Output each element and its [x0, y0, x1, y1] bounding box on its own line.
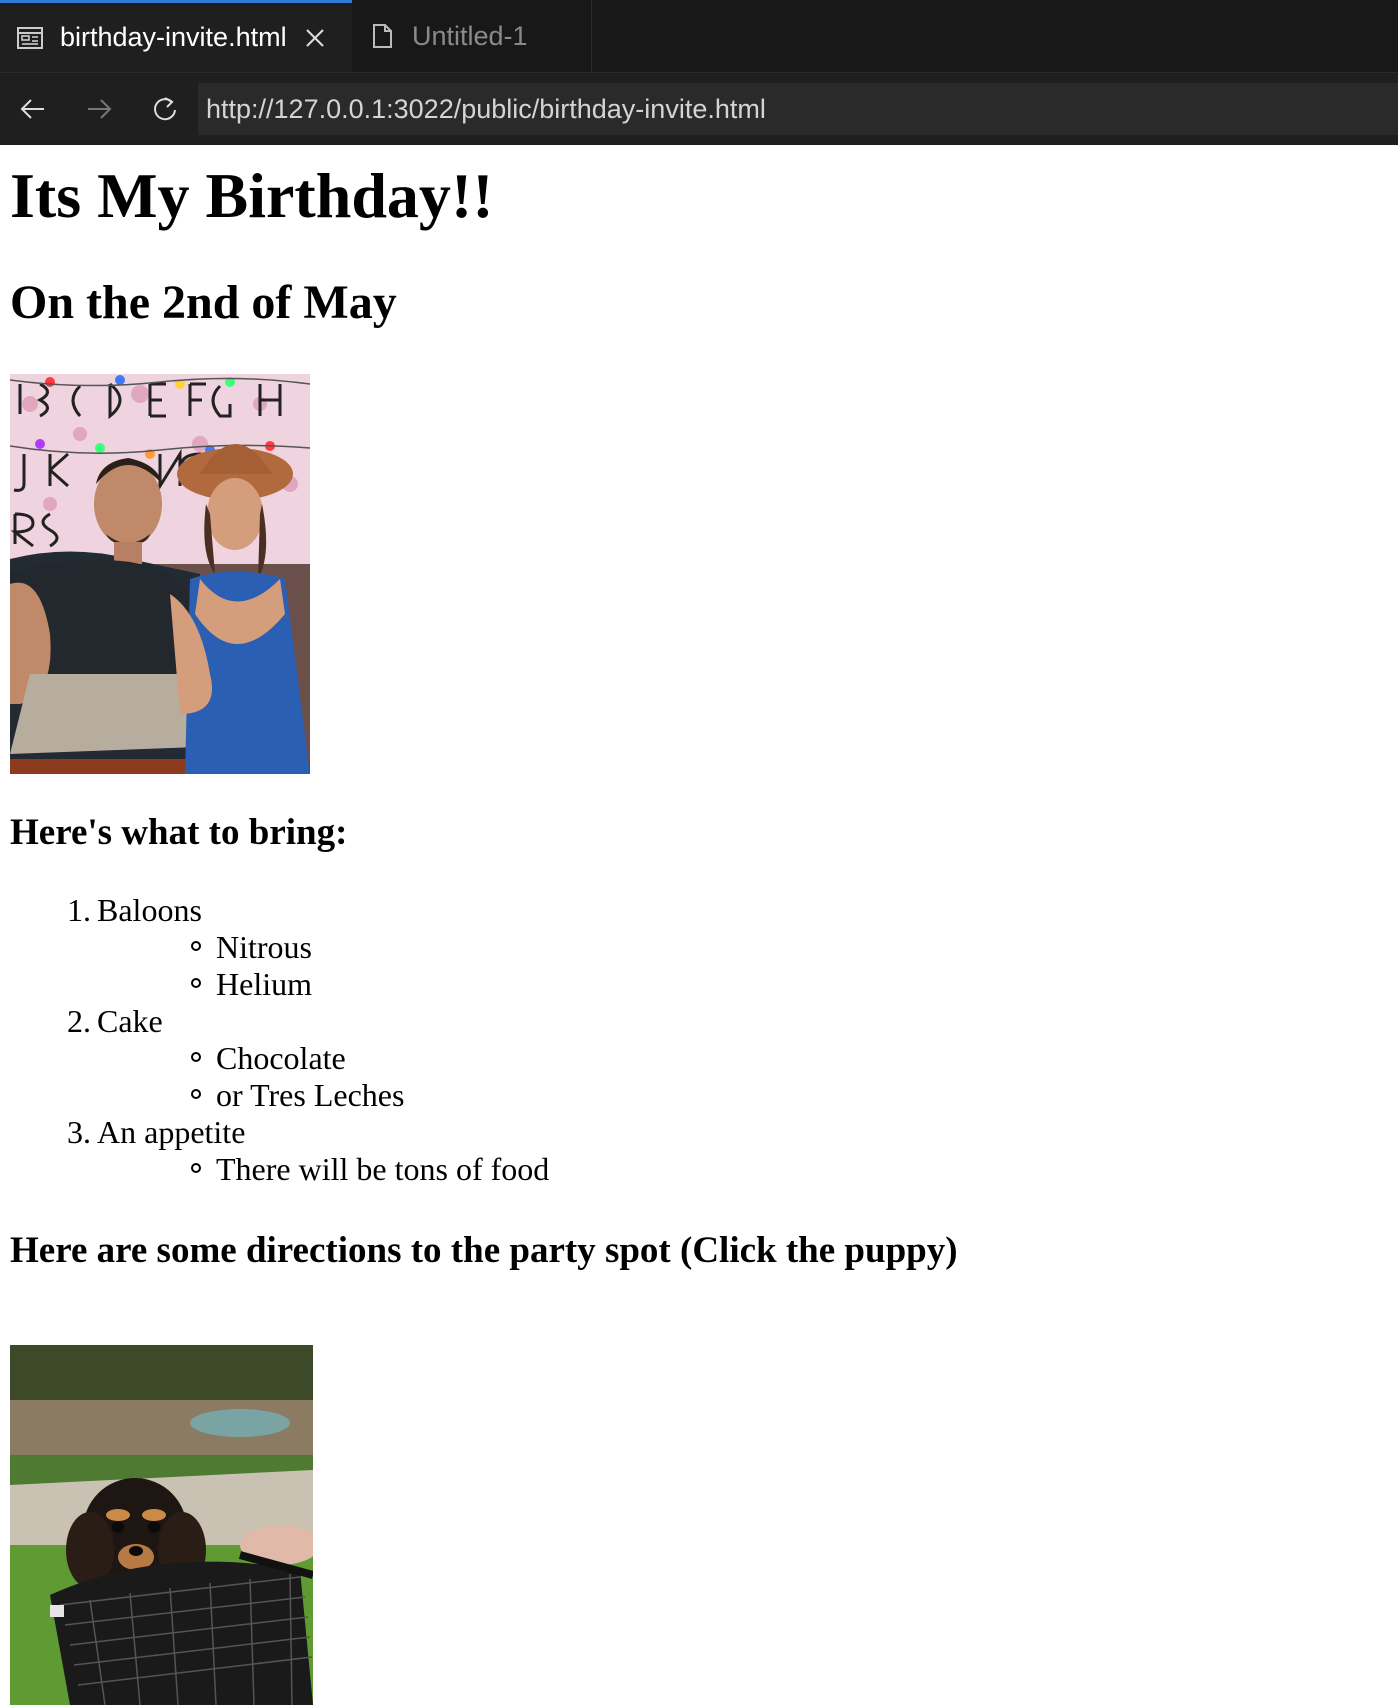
reload-icon[interactable]	[132, 73, 198, 145]
bring-heading: Here's what to bring:	[10, 811, 348, 853]
date-heading: On the 2nd of May	[10, 275, 397, 329]
tab-strip: birthday-invite.html Untitled-1	[0, 0, 1398, 73]
browser-chrome: birthday-invite.html Untitled-1 http://1…	[0, 0, 1398, 145]
preview-icon	[16, 24, 44, 52]
list-item-label: Baloons	[97, 892, 202, 929]
sub-list-item: There will be tons of food	[58, 1151, 1388, 1188]
nav-bar: http://127.0.0.1:3022/public/birthday-in…	[0, 73, 1398, 145]
sub-list-item: Nitrous	[58, 929, 1388, 966]
list-item-label: Cake	[97, 1003, 163, 1040]
forward-arrow-icon[interactable]	[66, 73, 132, 145]
page-content: Its My Birthday!! On the 2nd of May Here…	[0, 159, 1398, 1705]
sub-list-item: or Tres Leches	[58, 1077, 1388, 1114]
tab-label: Untitled-1	[412, 20, 528, 51]
tab-birthday-invite[interactable]: birthday-invite.html	[0, 0, 352, 72]
page-title: Its My Birthday!!	[10, 160, 494, 231]
url-bar[interactable]: http://127.0.0.1:3022/public/birthday-in…	[198, 83, 1398, 135]
tab-label: birthday-invite.html	[60, 22, 287, 52]
list-item: 3. An appetite There will be tons of food	[10, 1114, 1388, 1188]
sub-list: There will be tons of food	[58, 1151, 1388, 1188]
list-item: 1. Baloons Nitrous Helium	[10, 892, 1388, 1003]
list-item-label: An appetite	[97, 1114, 246, 1151]
directions-heading: Here are some directions to the party sp…	[10, 1230, 958, 1272]
sub-list-item: Helium	[58, 966, 1388, 1003]
file-icon	[368, 22, 396, 50]
couple-photo	[10, 373, 310, 774]
tab-strip-empty	[592, 0, 1398, 72]
sub-list-item: Chocolate	[58, 1040, 1388, 1077]
bring-list: 1. Baloons Nitrous Helium 2. Cake Chocolat…	[10, 892, 1388, 1188]
back-arrow-icon[interactable]	[0, 73, 66, 145]
close-icon[interactable]	[303, 26, 327, 50]
list-item: 2. Cake Chocolate or Tres Leches	[10, 1003, 1388, 1114]
sub-list: Chocolate or Tres Leches	[58, 1040, 1388, 1114]
tab-untitled[interactable]: Untitled-1	[352, 0, 592, 72]
puppy-photo-link[interactable]	[10, 1344, 313, 1705]
sub-list: Nitrous Helium	[58, 929, 1388, 1003]
